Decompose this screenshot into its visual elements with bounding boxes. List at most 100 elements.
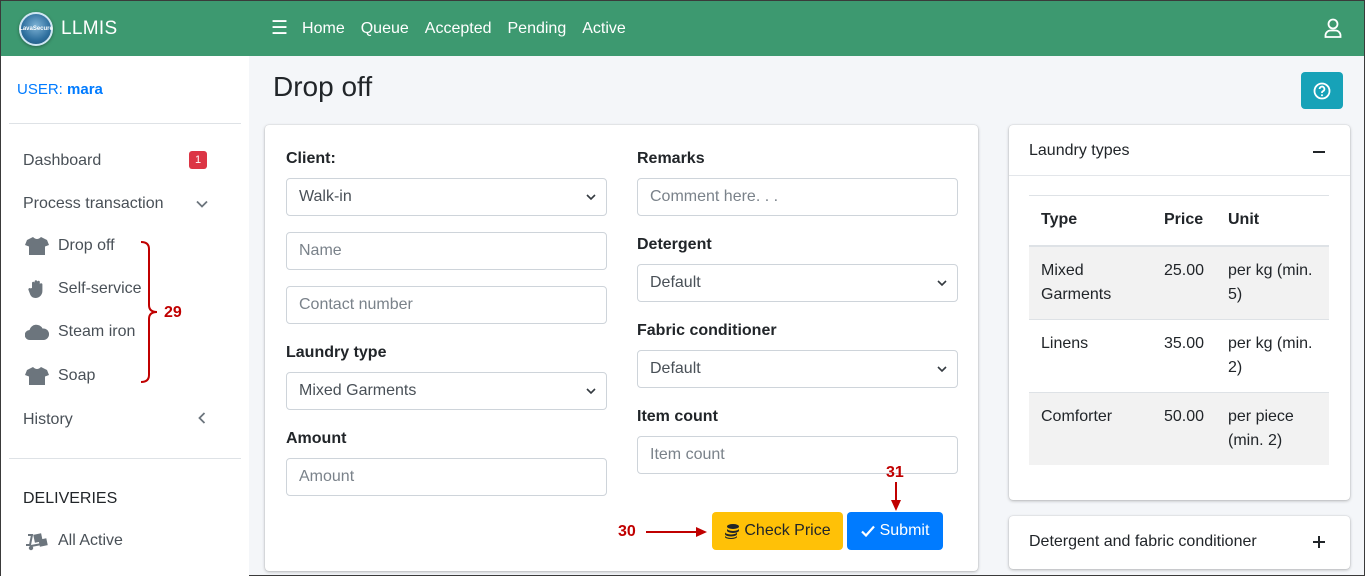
- item-count-placeholder: Item count: [650, 446, 725, 463]
- sidebar-item-drop-off[interactable]: Drop off: [25, 236, 115, 256]
- annotation-number: 31: [886, 464, 904, 481]
- cloud-icon: [25, 322, 49, 342]
- price-cell: 25.00: [1152, 245, 1216, 319]
- column-header: Price: [1152, 195, 1216, 247]
- nav-queue[interactable]: Queue: [361, 20, 409, 38]
- coins-icon: [725, 524, 740, 539]
- price-cell: 50.00: [1152, 391, 1216, 465]
- minus-icon[interactable]: [1312, 145, 1326, 159]
- name-input[interactable]: Name: [286, 232, 607, 270]
- table-row: Mixed Garments 25.00 per kg (min. 5): [1029, 245, 1329, 319]
- contact-number-input[interactable]: Contact number: [286, 286, 607, 324]
- laundry-types-card: Laundry types Type Price Unit Mixed Garm…: [1009, 125, 1350, 500]
- plus-icon[interactable]: [1312, 535, 1326, 549]
- top-navbar: LavaSecure LLMIS ☰ Home Queue Accepted P…: [1, 1, 1364, 56]
- nav-active[interactable]: Active: [582, 20, 626, 38]
- brand-name: LLMIS: [61, 17, 118, 39]
- nav-home[interactable]: Home: [302, 20, 345, 38]
- chevron-down-icon: [586, 194, 596, 201]
- sidebar-item-steam-iron[interactable]: Steam iron: [25, 322, 135, 342]
- sidebar-item-label: History: [23, 411, 73, 428]
- card-title: Detergent and fabric conditioner: [1029, 533, 1257, 550]
- check-price-label: Check Price: [744, 522, 831, 539]
- sidebar-item-label: Drop off: [58, 237, 115, 254]
- sidebar-item-process-transaction[interactable]: Process transaction: [23, 195, 164, 213]
- amount-input-placeholder: Amount: [299, 468, 355, 485]
- unit-cell: per kg (min. 5): [1216, 245, 1329, 319]
- chevron-down-icon: [937, 280, 947, 287]
- dolly-icon: [25, 531, 49, 551]
- annotation-arrow-down: [891, 482, 901, 511]
- sidebar-section-deliveries: DELIVERIES: [23, 490, 118, 507]
- submit-label: Submit: [879, 522, 930, 539]
- unit-cell: per kg (min. 2): [1216, 318, 1329, 392]
- sidebar: USER: mara Dashboard 1 Process transacti…: [1, 56, 249, 576]
- item-count-input[interactable]: Item count: [637, 436, 958, 474]
- user-icon[interactable]: [1324, 18, 1342, 38]
- table-row: Linens 35.00 per kg (min. 2): [1029, 318, 1329, 392]
- column-header: Unit: [1216, 195, 1329, 247]
- chevron-down-icon[interactable]: [195, 197, 209, 211]
- sidebar-item-history[interactable]: History: [23, 411, 73, 429]
- sidebar-item-all-active[interactable]: All Active: [25, 531, 123, 551]
- username[interactable]: mara: [67, 81, 103, 98]
- remarks-input[interactable]: Comment here. . .: [637, 178, 958, 216]
- fabric-conditioner-select[interactable]: Default: [637, 350, 958, 388]
- fabric-conditioner-select-value: Default: [650, 360, 701, 377]
- menu-toggle-icon[interactable]: ☰: [271, 17, 288, 40]
- sidebar-item-label: Steam iron: [58, 323, 136, 340]
- remarks-label: Remarks: [637, 150, 705, 167]
- annotation-arrow-right: [646, 527, 707, 537]
- shirt-icon: [25, 366, 49, 386]
- annotation-number: 29: [164, 304, 182, 321]
- laundry-type-select[interactable]: Mixed Garments: [286, 372, 607, 410]
- sidebar-item-label: All Active: [58, 532, 123, 549]
- sidebar-item-dashboard[interactable]: Dashboard: [23, 152, 101, 170]
- name-input-placeholder: Name: [299, 242, 342, 259]
- sidebar-item-soap[interactable]: Soap: [25, 366, 95, 386]
- laundry-types-table: Type Price Unit Mixed Garments 25.00 per…: [1029, 195, 1329, 465]
- client-select[interactable]: Walk-in: [286, 178, 607, 216]
- hand-icon: [25, 279, 49, 299]
- check-icon: [860, 525, 875, 537]
- user-label: USER: mara: [17, 81, 103, 98]
- page-title: Drop off: [273, 71, 373, 102]
- shirt-icon: [25, 236, 49, 256]
- card-title: Laundry types: [1029, 142, 1130, 159]
- contact-number-placeholder: Contact number: [299, 296, 413, 313]
- detergent-fabric-card: Detergent and fabric conditioner: [1009, 516, 1350, 569]
- laundry-type-select-value: Mixed Garments: [299, 382, 417, 399]
- sidebar-item-label: Dashboard: [23, 152, 102, 169]
- divider: [1009, 175, 1350, 176]
- remarks-placeholder: Comment here. . .: [650, 188, 779, 205]
- divider: [9, 123, 241, 124]
- annotation-bracket: [140, 241, 158, 383]
- item-count-label: Item count: [637, 408, 718, 425]
- sidebar-item-self-service[interactable]: Self-service: [25, 279, 142, 299]
- type-cell: Linens: [1029, 318, 1152, 392]
- check-price-button[interactable]: Check Price: [712, 512, 843, 550]
- help-button[interactable]: [1301, 72, 1343, 109]
- nav-accepted[interactable]: Accepted: [425, 20, 492, 38]
- submit-button[interactable]: Submit: [847, 512, 943, 550]
- chevron-down-icon: [586, 388, 596, 395]
- client-select-value: Walk-in: [299, 188, 352, 205]
- logo-text: LavaSecure: [19, 25, 53, 32]
- nav-links: ☰ Home Queue Accepted Pending Active: [271, 17, 642, 40]
- user-prefix: USER:: [17, 81, 63, 98]
- unit-cell: per piece (min. 2): [1216, 391, 1329, 465]
- sidebar-item-label: Self-service: [58, 280, 142, 297]
- client-label: Client:: [286, 150, 336, 167]
- detergent-select[interactable]: Default: [637, 264, 958, 302]
- chevron-left-icon[interactable]: [195, 411, 209, 425]
- fabric-conditioner-label: Fabric conditioner: [637, 322, 777, 339]
- detergent-select-value: Default: [650, 274, 701, 291]
- nav-pending[interactable]: Pending: [508, 20, 567, 38]
- amount-label: Amount: [286, 430, 347, 447]
- table-row: Comforter 50.00 per piece (min. 2): [1029, 391, 1329, 465]
- drop-off-form: Client: Walk-in Name Contact number Laun…: [265, 125, 978, 571]
- amount-input[interactable]: Amount: [286, 458, 607, 496]
- brand[interactable]: LavaSecure LLMIS: [1, 1, 249, 56]
- sidebar-item-label: Process transaction: [23, 195, 164, 212]
- price-cell: 35.00: [1152, 318, 1216, 392]
